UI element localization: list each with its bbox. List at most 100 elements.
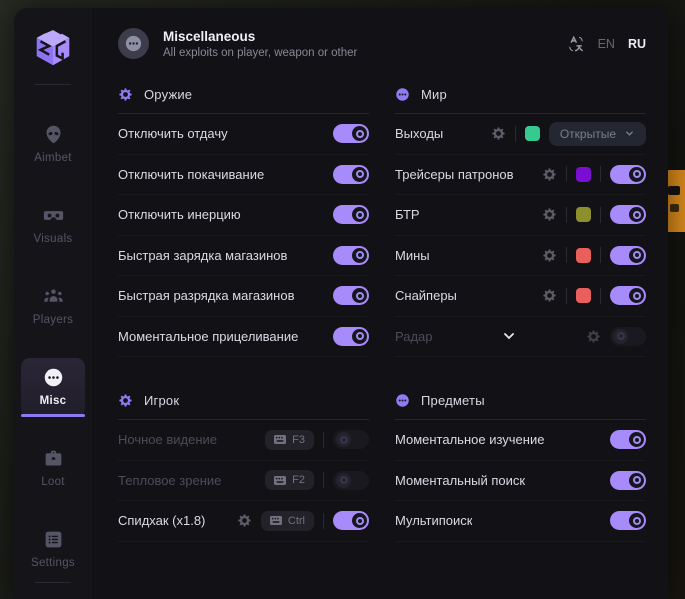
toggle-switch[interactable]	[333, 327, 369, 346]
gear-icon[interactable]	[237, 513, 252, 528]
setting-label: Моментальное изучение	[395, 432, 544, 447]
dots-icon	[395, 393, 410, 408]
section-title: Предметы	[421, 393, 485, 408]
page-title: Miscellaneous	[163, 29, 357, 44]
color-swatch[interactable]	[576, 207, 591, 222]
page-title-block: Miscellaneous All exploits on player, we…	[163, 29, 357, 59]
toggle-knob	[629, 288, 644, 303]
toggle-switch[interactable]	[610, 205, 646, 224]
toggle-switch[interactable]	[333, 165, 369, 184]
section-header-items: Предметы	[395, 387, 646, 420]
setting-label: Отключить отдачу	[118, 126, 228, 141]
sidebar-item-players[interactable]: Players	[21, 277, 85, 336]
setting-label: Снайперы	[395, 288, 457, 303]
cheat-menu-window: Aimbet Visuals Players Misc Loot Settings Mis…	[14, 8, 668, 599]
lang-option-en[interactable]: EN	[598, 37, 615, 51]
ellipsis-icon	[43, 367, 64, 388]
setting-row: Мины	[395, 236, 646, 277]
control-divider	[566, 207, 567, 223]
row-spacer	[442, 328, 577, 344]
toggle-switch[interactable]	[610, 471, 646, 490]
toggle-switch[interactable]	[610, 286, 646, 305]
chevron-down-icon[interactable]	[501, 328, 517, 344]
toggle-switch[interactable]	[333, 430, 369, 449]
hotkey-badge[interactable]: F3	[265, 430, 314, 450]
hotkey-badge[interactable]: F2	[265, 470, 314, 490]
toggle-knob	[352, 288, 367, 303]
sidebar-item-label: Settings	[31, 557, 75, 569]
toggle-knob	[629, 513, 644, 528]
language-options: EN RU	[598, 37, 646, 51]
setting-row: Мультипоиск	[395, 501, 646, 542]
gear-icon[interactable]	[586, 329, 601, 344]
toggle-switch[interactable]	[333, 286, 369, 305]
lang-option-ru[interactable]: RU	[628, 37, 646, 51]
sidebar-item-settings[interactable]: Settings	[21, 520, 85, 579]
briefcase-icon	[43, 448, 64, 469]
section-title: Оружие	[144, 87, 192, 102]
control-divider	[600, 247, 601, 263]
column-left: ОружиеОтключить отдачуОтключить покачива…	[118, 81, 369, 546]
gear-icon[interactable]	[542, 167, 557, 182]
gear-icon[interactable]	[542, 248, 557, 263]
gear-icon[interactable]	[542, 288, 557, 303]
setting-row: Моментальный поиск	[395, 461, 646, 502]
setting-label: Ночное видение	[118, 432, 217, 447]
alien-icon	[43, 124, 64, 145]
setting-label: Мины	[395, 248, 430, 263]
page-subtitle: All exploits on player, weapon or other	[163, 47, 357, 59]
toggle-knob	[629, 432, 644, 447]
color-swatch[interactable]	[525, 126, 540, 141]
hud-mark	[670, 204, 679, 212]
control-divider	[566, 247, 567, 263]
setting-row: Тепловое зрение F2	[118, 461, 369, 502]
sidebar-item-label: Visuals	[34, 233, 73, 245]
toggle-knob	[629, 167, 644, 182]
toggle-knob	[629, 207, 644, 222]
toggle-switch[interactable]	[333, 205, 369, 224]
sidebar-item-loot[interactable]: Loot	[21, 439, 85, 498]
settings-columns: ОружиеОтключить отдачуОтключить покачива…	[118, 81, 646, 546]
toggle-switch[interactable]	[333, 246, 369, 265]
setting-row: ВыходыОткрытые	[395, 114, 646, 155]
sidebar-item-misc[interactable]: Misc	[21, 358, 85, 417]
toggle-switch[interactable]	[333, 511, 369, 530]
control-divider	[600, 207, 601, 223]
section-world: МирВыходыОткрытыеТрейсеры патроновБТРМин…	[395, 81, 646, 357]
toggle-knob	[336, 473, 351, 488]
setting-row: Трейсеры патронов	[395, 155, 646, 196]
toggle-switch[interactable]	[610, 165, 646, 184]
toggle-switch[interactable]	[333, 471, 369, 490]
toggle-switch[interactable]	[610, 430, 646, 449]
color-swatch[interactable]	[576, 248, 591, 263]
sidebar-item-label: Loot	[41, 476, 65, 488]
color-swatch[interactable]	[576, 167, 591, 182]
setting-label: Тепловое зрение	[118, 473, 221, 488]
dropdown-value: Открытые	[560, 127, 616, 141]
section-title: Мир	[421, 87, 447, 102]
toggle-knob	[352, 248, 367, 263]
color-swatch[interactable]	[576, 288, 591, 303]
sidebar-nav: Aimbet Visuals Players Misc Loot Settings	[14, 93, 92, 582]
section-header-world: Мир	[395, 81, 646, 114]
gear-icon[interactable]	[491, 126, 506, 141]
gear-icon[interactable]	[542, 207, 557, 222]
keyboard-icon	[270, 516, 282, 525]
hotkey-badge[interactable]: Ctrl	[261, 511, 314, 531]
control-divider	[323, 513, 324, 529]
control-divider	[515, 126, 516, 142]
sidebar: Aimbet Visuals Players Misc Loot Settings	[14, 8, 92, 599]
dropdown-select[interactable]: Открытые	[549, 122, 646, 146]
toggle-switch[interactable]	[333, 124, 369, 143]
toggle-switch[interactable]	[610, 327, 646, 346]
setting-row: Снайперы	[395, 276, 646, 317]
translate-icon	[567, 35, 585, 53]
toggle-switch[interactable]	[610, 511, 646, 530]
background-game-hud	[668, 170, 685, 232]
keyboard-icon	[274, 435, 286, 444]
toggle-switch[interactable]	[610, 246, 646, 265]
sidebar-item-aimbet[interactable]: Aimbet	[21, 115, 85, 174]
setting-row: Моментальное изучение	[395, 420, 646, 461]
sidebar-item-visuals[interactable]: Visuals	[21, 196, 85, 255]
setting-label: Радар	[395, 329, 433, 344]
